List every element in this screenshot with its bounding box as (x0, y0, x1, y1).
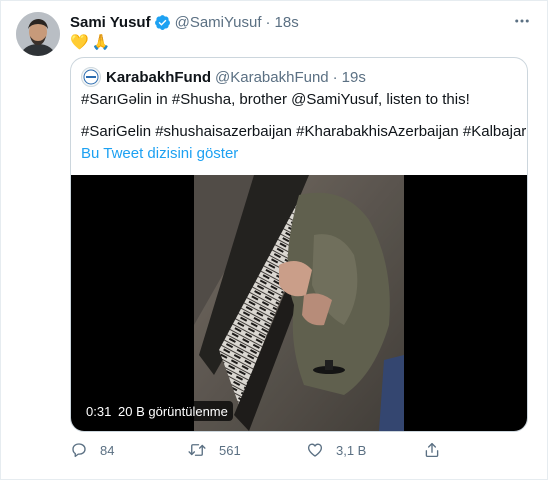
author-handle[interactable]: @SamiYusuf (175, 14, 262, 31)
video-player[interactable]: 0:31 20 B görüntülenme (71, 175, 527, 431)
retweet-button[interactable]: 561 (187, 440, 241, 460)
author-name[interactable]: Sami Yusuf (70, 14, 151, 31)
header-separator: · (265, 13, 271, 31)
author-avatar[interactable] (16, 12, 60, 56)
verified-badge-icon (154, 14, 171, 31)
yellow-heart-emoji: 💛 (70, 34, 89, 51)
quoted-separator: · (332, 68, 338, 86)
quoted-tweet[interactable]: KarabakhFund @KarabakhFund · 19s #SarıGə… (70, 57, 528, 432)
heart-icon (307, 443, 323, 457)
quoted-tweet-header: KarabakhFund @KarabakhFund · 19s (81, 67, 366, 87)
tweet-body: 💛 🙏 (70, 32, 110, 52)
reply-count: 84 (100, 442, 115, 458)
tweet-header: Sami Yusuf @SamiYusuf · 18s (70, 12, 299, 32)
retweet-count: 561 (219, 442, 241, 458)
quoted-timestamp: 19s (341, 68, 366, 86)
tweet-actions: 84 561 3,1 B (70, 440, 510, 460)
tweet-card[interactable]: Sami Yusuf @SamiYusuf · 18s 💛 🙏 Karabakh… (0, 0, 548, 480)
quoted-author-name: KarabakhFund (106, 68, 212, 86)
quoted-text-hashtags: #SariGelin #shushaisazerbaijan #Kharabak… (81, 123, 527, 140)
tweet-timestamp[interactable]: 18s (275, 14, 299, 31)
share-icon (425, 442, 439, 458)
video-duration-badge: 0:31 (81, 401, 117, 421)
video-thumbnail (194, 175, 404, 431)
like-button[interactable]: 3,1 B (306, 440, 366, 460)
more-horizontal-icon[interactable] (511, 11, 533, 31)
quoted-text-line-1: #SarıGəlin in #Shusha, brother @SamiYusu… (81, 91, 470, 108)
praying-hands-emoji: 🙏 (91, 34, 111, 51)
show-thread-link[interactable]: Bu Tweet dizisini göster (81, 144, 238, 164)
quoted-author-handle: @KarabakhFund (215, 68, 329, 86)
quoted-author-avatar (81, 67, 101, 87)
video-views-badge: 20 B görüntülenme (113, 401, 233, 421)
like-count: 3,1 B (336, 442, 367, 458)
reply-icon (72, 443, 86, 458)
retweet-icon (188, 444, 206, 456)
share-button[interactable] (423, 440, 441, 460)
reply-button[interactable]: 84 (70, 440, 114, 460)
